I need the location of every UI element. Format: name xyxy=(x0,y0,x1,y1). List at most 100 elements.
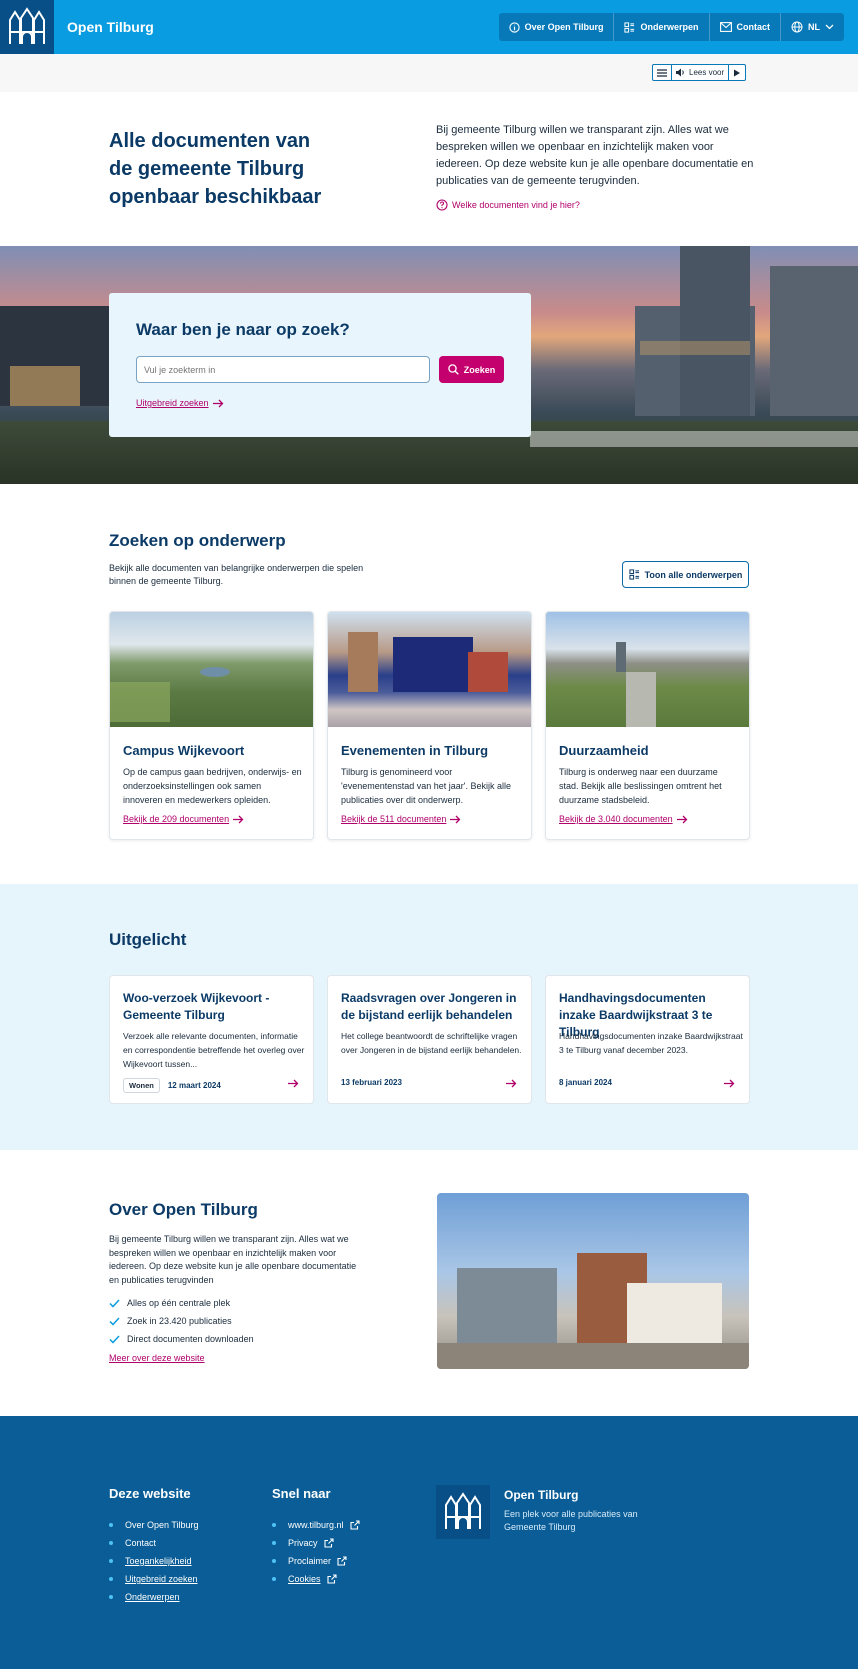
city-park-photo xyxy=(546,612,749,727)
footer-link[interactable]: Uitgebreid zoeken xyxy=(109,1570,199,1588)
topic-card-text: Op de campus gaan bedrijven, onderwijs- … xyxy=(123,767,302,805)
arrow-right-icon[interactable] xyxy=(288,1079,299,1088)
arrow-right-icon[interactable] xyxy=(506,1079,517,1088)
topics-icon xyxy=(624,21,635,33)
footer-link-label: Privacy xyxy=(288,1538,318,1548)
arrow-right-icon[interactable] xyxy=(724,1079,735,1088)
footer-link[interactable]: Contact xyxy=(109,1534,199,1552)
highlight-card-date: 13 februari 2023 xyxy=(341,1078,402,1087)
readspeaker-menu[interactable] xyxy=(653,65,672,80)
search-input[interactable] xyxy=(136,356,430,383)
checklist-label: Direct documenten downloaden xyxy=(127,1334,254,1344)
nav-contact[interactable]: Contact xyxy=(710,13,781,41)
topic-card-text: Tilburg is genomineerd voor 'evenementen… xyxy=(341,767,512,805)
info-icon xyxy=(508,21,520,33)
highlight-card-meta: 13 februari 2023 xyxy=(341,1078,402,1087)
topic-card-link[interactable]: Bekijk de 209 documenten xyxy=(123,814,244,824)
highlight-card-text: Handhavingsdocumenten inzake Baardwijkst… xyxy=(559,1031,743,1055)
checklist-label: Alles op één centrale plek xyxy=(127,1298,231,1308)
question-circle-icon xyxy=(436,199,448,211)
footer-link[interactable]: Toegankelijkheid xyxy=(109,1552,199,1570)
highlight-card-date: 8 januari 2024 xyxy=(559,1078,612,1087)
site-name[interactable]: Open Tilburg xyxy=(67,19,154,35)
footer-links-quick: www.tilburg.nl Privacy Proclaimer Cookie… xyxy=(272,1516,360,1588)
top-header: Open Tilburg Over Open Tilburg Onderwerp… xyxy=(0,0,858,54)
highlight-title: Uitgelicht xyxy=(109,930,187,949)
topics-icon xyxy=(628,569,639,580)
topic-card-duurzaamheid[interactable]: Duurzaamheid Tilburg is onderweg naar ee… xyxy=(545,611,750,840)
castle-logo-icon xyxy=(445,1492,481,1529)
footer-brand-name: Open Tilburg xyxy=(504,1488,579,1502)
readspeaker-widget[interactable]: Lees voor xyxy=(652,64,747,81)
highlight-card-text: Verzoek alle relevante documenten, infor… xyxy=(123,1031,305,1069)
footer-link[interactable]: Onderwerpen xyxy=(109,1588,199,1606)
highlight-card-meta: 8 januari 2024 xyxy=(559,1078,612,1087)
highlight-card[interactable]: Raadsvragen over Jongeren in de bijstand… xyxy=(327,975,532,1104)
check-icon xyxy=(109,1298,120,1308)
check-icon xyxy=(109,1334,120,1344)
readspeaker-bar: Lees voor xyxy=(0,54,858,92)
checklist-item: Zoek in 23.420 publicaties xyxy=(109,1312,254,1330)
nav-label: Onderwerpen xyxy=(640,22,699,32)
topic-card-evenementen[interactable]: Evenementen in Tilburg Tilburg is genomi… xyxy=(327,611,532,840)
footer-col-title: Snel naar xyxy=(272,1486,331,1501)
readspeaker-play[interactable] xyxy=(729,65,745,80)
check-icon xyxy=(109,1316,120,1326)
external-link-icon xyxy=(323,1538,334,1548)
topic-card-link-label: Bekijk de 3.040 documenten xyxy=(559,814,673,824)
topic-card-link[interactable]: Bekijk de 3.040 documenten xyxy=(559,814,688,824)
footer-logo[interactable] xyxy=(436,1485,490,1539)
highlight-card[interactable]: Handhavingsdocumenten inzake Baardwijkst… xyxy=(545,975,750,1104)
about-section: Over Open Tilburg Bij gemeente Tilburg w… xyxy=(0,1150,858,1416)
arrow-right-icon xyxy=(212,399,223,407)
search-button[interactable]: Zoeken xyxy=(439,356,504,383)
readspeaker-read-button[interactable]: Lees voor xyxy=(672,65,730,80)
external-link-icon xyxy=(349,1520,360,1530)
site-footer: Deze website Over Open Tilburg Contact T… xyxy=(0,1416,858,1669)
footer-link[interactable]: Proclaimer xyxy=(272,1552,360,1570)
footer-link[interactable]: www.tilburg.nl xyxy=(272,1516,360,1534)
search-title: Waar ben je naar op zoek? xyxy=(136,320,350,339)
footer-col-title: Deze website xyxy=(109,1486,191,1501)
about-title: Over Open Tilburg xyxy=(109,1200,258,1219)
nav-label: Over Open Tilburg xyxy=(524,22,604,32)
advanced-search-label: Uitgebreid zoeken xyxy=(136,398,209,408)
footer-link-label: Onderwerpen xyxy=(125,1592,180,1602)
show-all-topics-label: Toon alle onderwerpen xyxy=(644,569,743,580)
main-nav: Over Open Tilburg Onderwerpen Contact NL xyxy=(498,13,844,41)
topics-title: Zoeken op onderwerp xyxy=(109,531,286,550)
footer-link-label: Cookies xyxy=(288,1574,321,1584)
footer-link-label: www.tilburg.nl xyxy=(288,1520,344,1530)
topic-card-campus-wijkevoort[interactable]: Campus Wijkevoort Op de campus gaan bedr… xyxy=(109,611,314,840)
language-switcher[interactable]: NL xyxy=(781,13,844,41)
footer-link[interactable]: Cookies xyxy=(272,1570,360,1588)
search-panel: Waar ben je naar op zoek? Zoeken Uitgebr… xyxy=(109,293,531,437)
menu-icon xyxy=(657,68,667,77)
footer-brand-tagline: Een plek voor alle publicaties van Gemee… xyxy=(504,1509,638,1532)
checklist-item: Alles op één centrale plek xyxy=(109,1294,254,1312)
advanced-search-link[interactable]: Uitgebreid zoeken xyxy=(136,398,224,408)
topic-card-title: Campus Wijkevoort xyxy=(123,743,245,758)
topics-section: Zoeken op onderwerp Bekijk alle document… xyxy=(0,484,858,884)
highlight-section: Uitgelicht Woo-verzoek Wijkevoort - Geme… xyxy=(0,884,858,1150)
more-about-link[interactable]: Meer over deze website xyxy=(109,1353,205,1363)
nav-onderwerpen[interactable]: Onderwerpen xyxy=(614,13,710,41)
which-documents-link[interactable]: Welke documenten vind je hier? xyxy=(436,199,580,211)
footer-link[interactable]: Privacy xyxy=(272,1534,360,1552)
topic-card-link-label: Bekijk de 511 documenten xyxy=(341,814,447,824)
footer-link-label: Over Open Tilburg xyxy=(125,1520,199,1530)
hero-banner: Waar ben je naar op zoek? Zoeken Uitgebr… xyxy=(0,246,858,484)
nav-over-open-tilburg[interactable]: Over Open Tilburg xyxy=(499,13,615,41)
search-button-label: Zoeken xyxy=(463,364,496,375)
tilburg-logo[interactable] xyxy=(0,0,54,54)
highlight-card-title: Raadsvragen over Jongeren in de bijstand… xyxy=(341,991,517,1022)
footer-link-label: Proclaimer xyxy=(288,1556,332,1566)
mail-icon xyxy=(719,22,732,32)
footer-link[interactable]: Over Open Tilburg xyxy=(109,1516,199,1534)
arrow-right-icon xyxy=(676,815,687,823)
globe-icon xyxy=(791,21,803,33)
language-label: NL xyxy=(808,22,820,32)
show-all-topics-button[interactable]: Toon alle onderwerpen xyxy=(622,561,749,588)
topic-card-link[interactable]: Bekijk de 511 documenten xyxy=(341,814,461,824)
highlight-card[interactable]: Woo-verzoek Wijkevoort - Gemeente Tilbur… xyxy=(109,975,314,1104)
